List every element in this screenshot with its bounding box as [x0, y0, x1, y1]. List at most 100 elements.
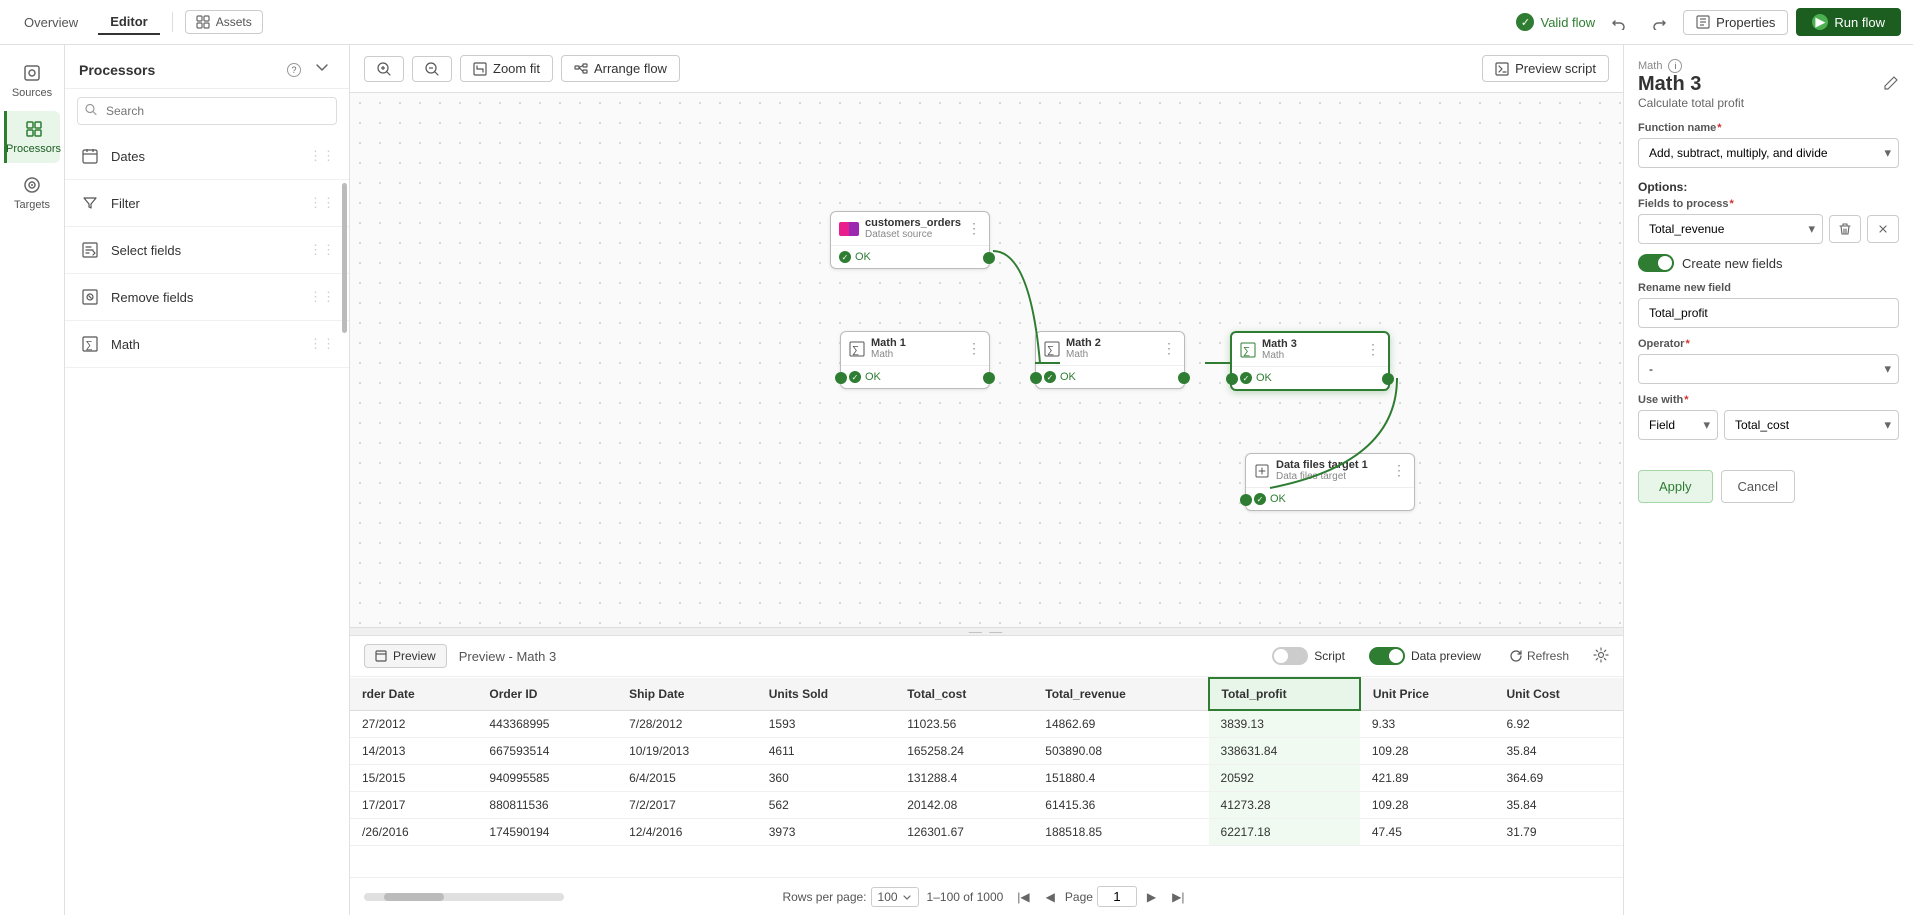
math3-subtitle: Math	[1262, 350, 1297, 361]
redo-button[interactable]	[1643, 10, 1675, 34]
filter-drag-handle[interactable]: ⋮⋮	[309, 195, 335, 211]
zoom-in-button[interactable]	[364, 56, 404, 82]
script-toggle[interactable]	[1272, 647, 1308, 665]
add-field-button[interactable]	[1867, 215, 1899, 243]
assets-button[interactable]: Assets	[185, 10, 263, 34]
math3-input-connector[interactable]	[1226, 373, 1238, 385]
arrange-flow-button[interactable]: Arrange flow	[561, 55, 680, 82]
zoom-out-button[interactable]	[412, 56, 452, 82]
valid-check-icon: ✓	[1516, 13, 1534, 31]
math1-node[interactable]: ∑ Math 1 Math ⋮ OK	[840, 331, 990, 389]
right-panel-info-icon[interactable]: i	[1668, 59, 1682, 73]
settings-icon[interactable]	[1593, 647, 1609, 666]
remove-fields-drag-handle[interactable]: ⋮⋮	[309, 289, 335, 305]
math3-menu[interactable]: ⋮	[1366, 341, 1380, 358]
target1-node[interactable]: Data files target 1 Data files target ⋮ …	[1245, 453, 1415, 511]
horizontal-scrollbar[interactable]	[364, 893, 564, 901]
next-page-button[interactable]: ▶	[1141, 888, 1162, 906]
dataset-source-node[interactable]: customers_orders Dataset source ⋮ OK	[830, 211, 990, 269]
math3-status-label: OK	[1256, 372, 1272, 384]
math2-menu[interactable]: ⋮	[1162, 340, 1176, 357]
math3-node[interactable]: ∑ Math 3 Math ⋮ OK	[1230, 331, 1390, 391]
svg-text:∑: ∑	[1047, 345, 1054, 356]
fields-to-process-select[interactable]: Total_revenue	[1638, 214, 1823, 244]
properties-label: Properties	[1716, 15, 1775, 30]
edit-icon[interactable]	[1883, 75, 1899, 94]
math3-node-name: Math 3	[1262, 338, 1297, 350]
create-new-fields-toggle[interactable]	[1638, 254, 1674, 272]
math1-subtitle: Math	[871, 349, 906, 360]
select-fields-drag-handle[interactable]: ⋮⋮	[309, 242, 335, 258]
rows-per-page: Rows per page: 100	[782, 887, 918, 907]
cancel-button[interactable]: Cancel	[1721, 470, 1795, 503]
processors-title: Processors	[79, 62, 155, 78]
data-preview-toggle[interactable]	[1369, 647, 1405, 665]
processors-info-icon[interactable]: ?	[287, 63, 301, 77]
resize-handle[interactable]: — —	[350, 627, 1623, 635]
target1-menu[interactable]: ⋮	[1392, 462, 1406, 479]
options-section: Options: Fields to process Total_revenue…	[1638, 180, 1899, 450]
processor-dates[interactable]: Dates ⋮⋮	[65, 133, 349, 180]
rename-field-input[interactable]	[1638, 298, 1899, 328]
zoom-fit-button[interactable]: Zoom fit	[460, 55, 553, 82]
target1-input-connector[interactable]	[1240, 494, 1252, 506]
fields-to-process-section: Fields to process Total_revenue ▾	[1638, 198, 1899, 244]
math3-output-connector[interactable]	[1382, 373, 1394, 385]
properties-button[interactable]: Properties	[1683, 10, 1788, 35]
processor-filter[interactable]: Filter ⋮⋮	[65, 180, 349, 227]
prev-page-button[interactable]: ◀	[1040, 888, 1061, 906]
search-icon	[85, 104, 97, 119]
collapse-panel-button[interactable]	[309, 59, 335, 80]
last-page-button[interactable]: ▶|	[1166, 888, 1190, 906]
operator-select[interactable]: -	[1638, 354, 1899, 384]
processor-select-fields[interactable]: Select fields ⋮⋮	[65, 227, 349, 274]
sidebar-item-processors[interactable]: Processors	[4, 111, 60, 163]
dates-label: Dates	[111, 149, 145, 164]
first-page-button[interactable]: |◀	[1011, 888, 1035, 906]
math1-menu[interactable]: ⋮	[967, 340, 981, 357]
tab-editor[interactable]: Editor	[98, 10, 160, 35]
use-with-type-select[interactable]: Field	[1638, 410, 1718, 440]
svg-text:∑: ∑	[852, 345, 859, 356]
processor-remove-fields[interactable]: Remove fields ⋮⋮	[65, 274, 349, 321]
top-navigation: Overview Editor Assets ✓ Valid flow Prop…	[0, 0, 1913, 45]
page-input[interactable]	[1097, 886, 1137, 907]
math2-node-name: Math 2	[1066, 337, 1101, 349]
math2-node[interactable]: ∑ Math 2 Math ⋮ OK	[1035, 331, 1185, 389]
tab-overview[interactable]: Overview	[12, 11, 90, 34]
preview-script-button[interactable]: Preview script	[1482, 55, 1609, 82]
source-node-subtitle: Dataset source	[865, 229, 961, 240]
scrollbar[interactable]	[342, 183, 347, 333]
undo-button[interactable]	[1603, 10, 1635, 34]
assets-label: Assets	[216, 15, 252, 29]
search-input[interactable]	[77, 97, 337, 125]
run-flow-button[interactable]: ▶ Run flow	[1796, 8, 1901, 36]
fields-to-process-label: Fields to process	[1638, 198, 1899, 210]
flow-canvas[interactable]: customers_orders Dataset source ⋮ OK	[350, 93, 1623, 627]
source-node-menu[interactable]: ⋮	[967, 220, 981, 237]
math2-output-connector[interactable]	[1178, 372, 1190, 384]
source-output-connector[interactable]	[983, 252, 995, 264]
math1-input-connector[interactable]	[835, 372, 847, 384]
rows-dropdown[interactable]: 100	[871, 887, 919, 907]
col-order-id: Order ID	[477, 678, 617, 710]
target1-status: OK	[1246, 488, 1414, 510]
dates-drag-handle[interactable]: ⋮⋮	[309, 148, 335, 164]
processor-math[interactable]: ∑ Math ⋮⋮	[65, 321, 349, 368]
math-drag-handle[interactable]: ⋮⋮	[309, 336, 335, 352]
delete-field-button[interactable]	[1829, 215, 1861, 243]
function-name-select[interactable]: Add, subtract, multiply, and divide	[1638, 138, 1899, 168]
math-label: Math	[111, 337, 140, 352]
create-new-fields-row: Create new fields	[1638, 254, 1899, 272]
sidebar-item-targets[interactable]: Targets	[4, 167, 60, 219]
run-flow-icon: ▶	[1812, 14, 1828, 30]
page-label: Page	[1065, 890, 1093, 904]
apply-button[interactable]: Apply	[1638, 470, 1713, 503]
math1-output-connector[interactable]	[983, 372, 995, 384]
refresh-button[interactable]: Refresh	[1509, 649, 1569, 663]
math2-input-connector[interactable]	[1030, 372, 1042, 384]
use-with-value-select[interactable]: Total_cost	[1724, 410, 1899, 440]
sidebar-item-sources[interactable]: Sources	[4, 55, 60, 107]
processors-header: Processors ?	[65, 45, 349, 89]
preview-tab-button[interactable]: Preview	[364, 644, 447, 668]
